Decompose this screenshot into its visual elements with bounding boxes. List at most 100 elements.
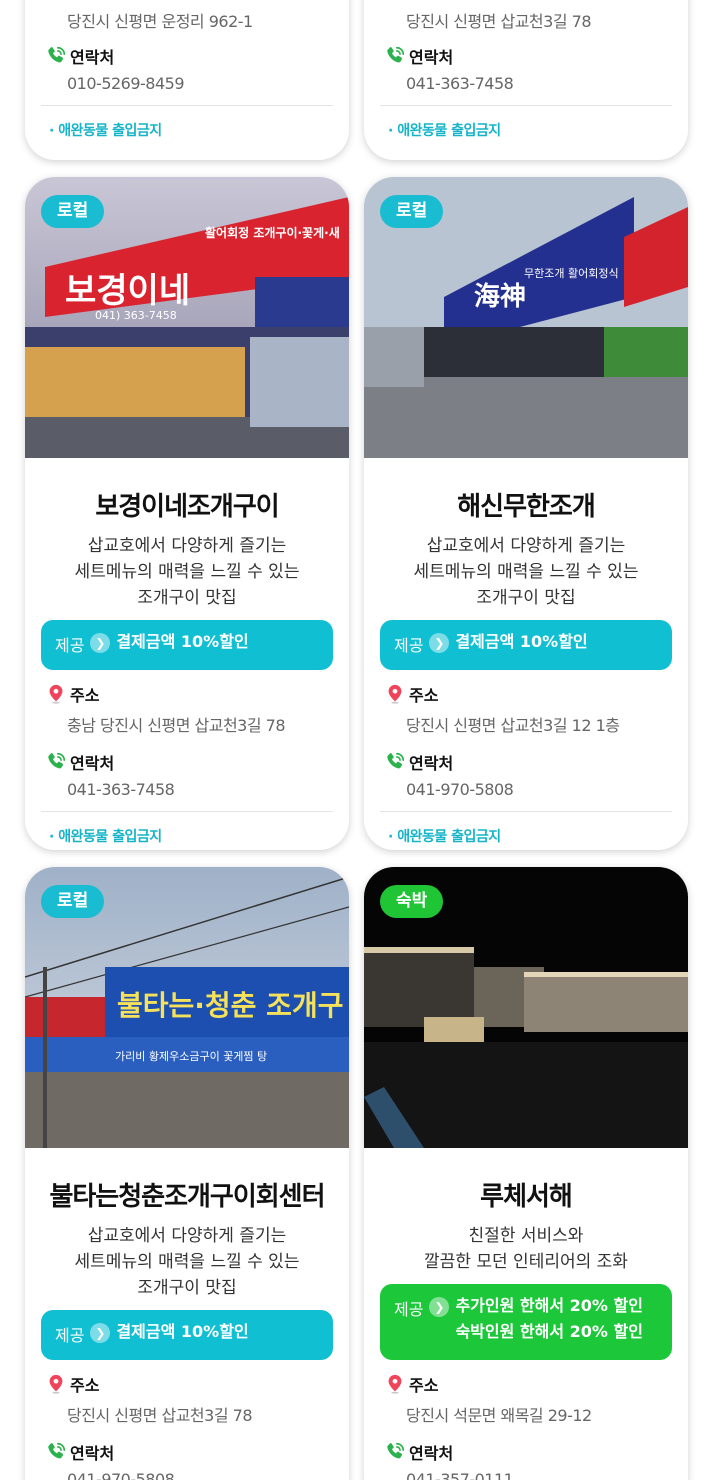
address-label: 주소 [70, 1376, 100, 1395]
address-value: 당진시 신평면 삽교천3길 78 [406, 12, 592, 31]
offer-banner[interactable]: 제공 ❯ 결제금액 10%할인 [380, 620, 672, 670]
location-pin-icon [49, 1374, 63, 1394]
phone-value[interactable]: 041-970-5808 [67, 1470, 349, 1480]
divider [380, 811, 672, 812]
desc-line: 삽교호에서 다양하게 즐기는 [426, 536, 626, 556]
place-name: 루체서해 [480, 1182, 573, 1212]
phone-value[interactable]: 010-5269-8459 [67, 74, 349, 93]
desc-line: 세트메뉴의 매력을 느낄 수 있는 [413, 562, 639, 582]
address-label: 주소 [70, 686, 100, 705]
address-label: 주소 [409, 1376, 439, 1395]
contact-heading: 연락처 [384, 750, 688, 774]
phone-icon [387, 1442, 405, 1459]
desc-line: 조개구이 맛집 [137, 1278, 237, 1298]
phone-icon [48, 752, 66, 769]
phone-value[interactable]: 041-970-5808 [406, 780, 688, 799]
desc-line: 조개구이 맛집 [137, 588, 237, 608]
location-pin-icon [49, 684, 63, 704]
offer-banner[interactable]: 제공 ❯ 결제금액 10%할인 [41, 1310, 333, 1360]
sign-phone: 041) 363-7458 [95, 309, 177, 322]
place-photo[interactable]: 보경이네 활어회정 조개구이·꽃게·새 041) 363-7458 로컬 [25, 177, 349, 458]
pet-notice: · 애완동물 출입금지 [49, 123, 162, 139]
desc-line: 조개구이 맛집 [476, 588, 576, 608]
contact-label: 연락처 [409, 1444, 454, 1463]
contact-heading: 연락처 [45, 44, 349, 68]
desc-line: 친절한 서비스와 [468, 1226, 584, 1246]
contact-label: 연락처 [70, 754, 115, 773]
phone-value[interactable]: 041-357-0111 [406, 1470, 688, 1480]
address-heading: 주소 [45, 1372, 349, 1396]
divider [380, 105, 672, 106]
place-card-bultaneun[interactable]: 불타는·청춘 조개구 가리비 황제우소금구이 꽃게찜 탕 로컬 불타는청춘조개구… [25, 867, 349, 1480]
phone-value[interactable]: 041-363-7458 [406, 74, 688, 93]
place-card-partial-1[interactable]: 당진시 신평면 운정리 962-1 연락처 010-5269-8459 · 애완… [25, 0, 349, 160]
place-card-luce[interactable]: 숙박 루체서해 친절한 서비스와 깔끔한 모던 인테리어의 조화 제공 ❯ 추가… [364, 867, 688, 1480]
address-value: 당진시 석문면 왜목길 29-12 [406, 1406, 592, 1425]
chevron-right-icon: ❯ [429, 633, 450, 653]
desc-line: 세트메뉴의 매력을 느낄 수 있는 [74, 1252, 300, 1272]
address-heading: 주소 [384, 682, 688, 706]
sign-text: 보경이네 [65, 271, 190, 311]
address-value: 당진시 신평면 삽교천3길 78 [67, 1406, 253, 1425]
place-card-bokyung[interactable]: 보경이네 활어회정 조개구이·꽃게·새 041) 363-7458 로컬 보경이… [25, 177, 349, 850]
place-card-haesin[interactable]: 海神 무한조개 활어회정식 로컬 해신무한조개 삽교호에서 다양하게 즐기는 세… [364, 177, 688, 850]
contact-heading: 연락처 [384, 1440, 688, 1464]
address-heading: 주소 [45, 682, 349, 706]
address-value: 충남 당진시 신평면 삽교천3길 78 [67, 716, 286, 735]
offer-tag: 제공 [394, 1300, 424, 1319]
divider [41, 105, 333, 106]
offer-tag: 제공 [55, 1326, 85, 1345]
place-name: 해신무한조개 [457, 492, 596, 522]
offer-line: 결제금액 10%할인 [116, 1322, 249, 1341]
place-description: 친절한 서비스와 깔끔한 모던 인테리어의 조화 [364, 1223, 688, 1275]
pet-notice: · 애완동물 출입금지 [388, 123, 501, 139]
address-value: 당진시 신평면 운정리 962-1 [67, 12, 253, 31]
contact-label: 연락처 [409, 754, 454, 773]
category-badge: 숙박 [380, 885, 444, 918]
offer-tag: 제공 [55, 636, 85, 655]
place-name: 보경이네조개구이 [95, 492, 279, 522]
offer-line: 결제금액 10%할인 [116, 632, 249, 651]
place-description: 삽교호에서 다양하게 즐기는 세트메뉴의 매력을 느낄 수 있는 조개구이 맛집 [364, 533, 688, 611]
phone-value[interactable]: 041-363-7458 [67, 780, 349, 799]
category-badge: 로컬 [41, 885, 105, 918]
place-photo[interactable]: 海神 무한조개 활어회정식 로컬 [364, 177, 688, 458]
phone-icon [387, 752, 405, 769]
category-badge: 로컬 [380, 195, 444, 228]
contact-heading: 연락처 [45, 750, 349, 774]
place-card-partial-2[interactable]: 당진시 신평면 삽교천3길 78 연락처 041-363-7458 · 애완동물… [364, 0, 688, 160]
contact-label: 연락처 [70, 1444, 115, 1463]
sign-sub: 무한조개 활어회정식 [524, 266, 619, 280]
phone-icon [48, 46, 66, 63]
phone-icon [387, 46, 405, 63]
offer-banner[interactable]: 제공 ❯ 결제금액 10%할인 [41, 620, 333, 670]
page: 당진시 신평면 운정리 962-1 연락처 010-5269-8459 · 애완… [0, 0, 713, 1480]
place-photo[interactable]: 숙박 [364, 867, 688, 1148]
sign-sub: 활어회정 조개구이·꽃게·새 [205, 225, 340, 240]
pet-notice: · 애완동물 출입금지 [388, 829, 501, 845]
contact-heading: 연락처 [384, 44, 688, 68]
address-label: 주소 [409, 686, 439, 705]
pet-notice: · 애완동물 출입금지 [49, 829, 162, 845]
desc-line: 삽교호에서 다양하게 즐기는 [87, 1226, 287, 1246]
offer-line: 추가인원 한해서 20% 할인 [455, 1296, 643, 1315]
chevron-right-icon: ❯ [429, 1297, 450, 1317]
category-badge: 로컬 [41, 195, 105, 228]
location-pin-icon [388, 1374, 402, 1394]
address-value: 당진시 신평면 삽교천3길 12 1층 [406, 716, 620, 735]
place-photo[interactable]: 불타는·청춘 조개구 가리비 황제우소금구이 꽃게찜 탕 로컬 [25, 867, 349, 1148]
offer-banner[interactable]: 제공 ❯ 추가인원 한해서 20% 할인 숙박인원 한해서 20% 할인 [380, 1284, 672, 1360]
contact-label: 연락처 [409, 48, 454, 67]
offer-line: 숙박인원 한해서 20% 할인 [455, 1322, 643, 1341]
place-name: 불타는청춘조개구이회센터 [49, 1182, 325, 1212]
place-description: 삽교호에서 다양하게 즐기는 세트메뉴의 매력을 느낄 수 있는 조개구이 맛집 [25, 533, 349, 611]
desc-line: 깔끔한 모던 인테리어의 조화 [424, 1252, 628, 1272]
sign-sub: 가리비 황제우소금구이 꽃게찜 탕 [115, 1050, 267, 1063]
address-heading: 주소 [384, 1372, 688, 1396]
chevron-right-icon: ❯ [90, 1323, 111, 1343]
desc-line: 세트메뉴의 매력을 느낄 수 있는 [74, 562, 300, 582]
phone-icon [48, 1442, 66, 1459]
place-description: 삽교호에서 다양하게 즐기는 세트메뉴의 매력을 느낄 수 있는 조개구이 맛집 [25, 1223, 349, 1301]
divider [41, 811, 333, 812]
contact-heading: 연락처 [45, 1440, 349, 1464]
